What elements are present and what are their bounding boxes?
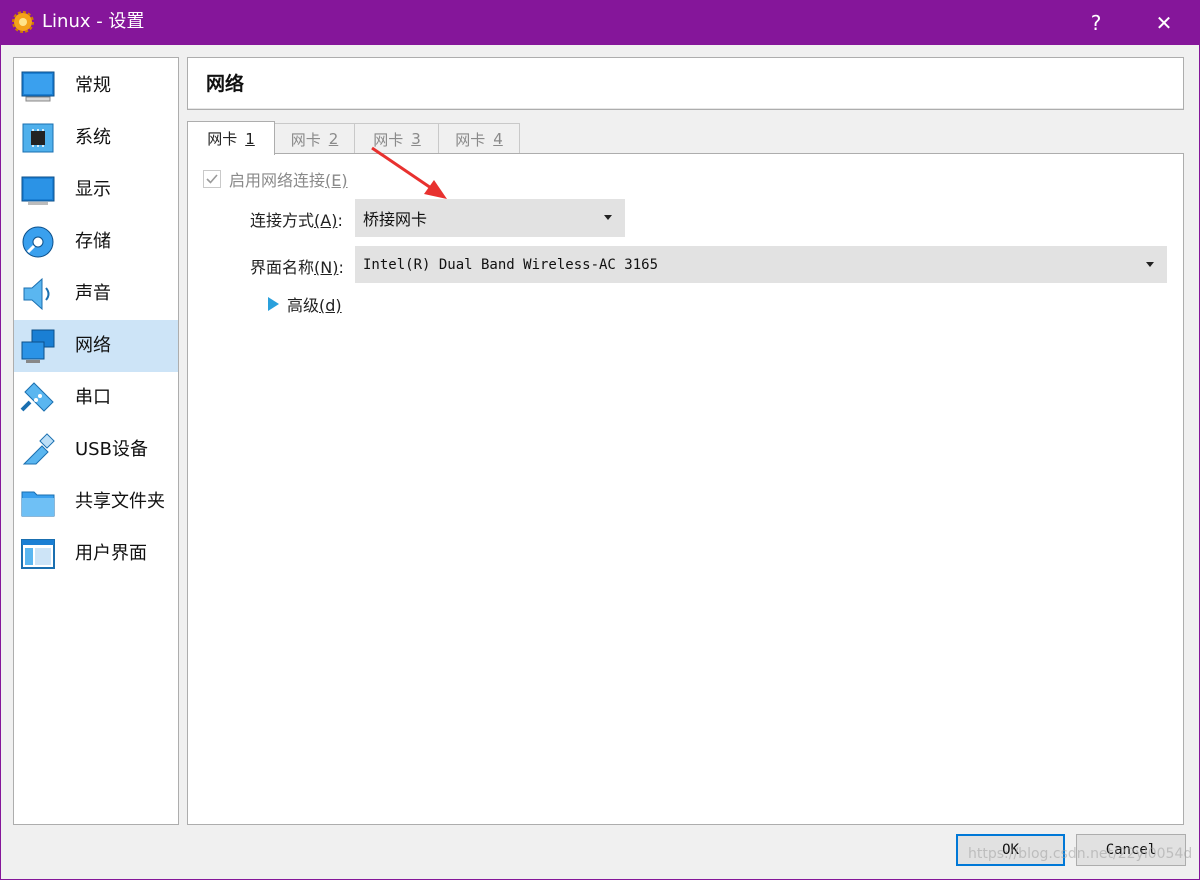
sidebar-item-storage[interactable]: 存储 [14,216,178,268]
sidebar-item-label: USB设备 [75,439,148,460]
sidebar-item-label: 共享文件夹 [75,491,165,512]
tab-label: 网卡 [207,130,238,148]
attached-to-suffix: : [337,211,343,230]
page-title: 网络 [206,73,245,95]
sidebar-item-usb[interactable]: USB设备 [14,424,178,476]
chevron-down-icon [604,215,612,220]
sidebar-item-display[interactable]: 显示 [14,164,178,216]
sidebar-item-system[interactable]: 系统 [14,112,178,164]
enable-network-label: 启用网络连接(E) [229,167,348,191]
folder-icon [21,491,55,517]
attached-to-accel: (A) [314,211,338,230]
sidebar-item-general[interactable]: 常规 [14,60,178,112]
disk-icon [22,226,54,258]
tab-adapter-2[interactable]: 网卡 2 [273,123,356,154]
ui-window-icon [21,539,55,569]
serial-port-icon [20,382,54,412]
interface-name-select[interactable]: Intel(R) Dual Band Wireless-AC 3165 [355,246,1167,283]
sidebar-item-label: 系统 [75,127,111,148]
tab-number: 2 [328,130,339,148]
enable-network-accel: (E) [325,171,348,190]
interface-name-accel: (N) [314,258,339,277]
enable-network-text: 启用网络连接 [229,171,326,190]
interface-name-label: 界面名称(N): [250,254,344,278]
attached-to-label: 连接方式(A): [250,207,343,231]
advanced-text: 高级 [287,296,320,315]
sidebar-item-label: 显示 [75,179,111,200]
annotation-arrow-icon [371,146,447,199]
sidebar-item-audio[interactable]: 声音 [14,268,178,320]
settings-sidebar: 常规 系统 显示 存储 声音 网络 串口 USB设备 共享文件夹 用户界面 [13,57,179,825]
chevron-down-icon [1146,261,1154,267]
interface-name-text: 界面名称 [250,258,315,277]
virtualbox-gear-icon [12,11,34,33]
tab-number: 4 [493,130,503,148]
usb-icon [22,433,55,465]
sidebar-item-label: 常规 [75,75,111,96]
interface-name-suffix: : [338,258,344,277]
sidebar-item-shared-folders[interactable]: 共享文件夹 [14,476,178,528]
watermark: https://blog.csdn.net/22yl0054d [968,846,1193,862]
chip-icon [22,123,54,153]
interface-name-value: Intel(R) Dual Band Wireless-AC 3165 [363,256,659,273]
attached-to-text: 连接方式 [250,211,315,230]
sidebar-item-user-interface[interactable]: 用户界面 [14,528,178,580]
title-bar: Linux - 设置 ? ✕ [0,0,1200,45]
expand-triangle-icon [268,297,279,311]
sidebar-item-network[interactable]: 网络 [14,320,178,372]
window-title: Linux - 设置 [42,11,145,32]
sidebar-item-label: 网络 [75,335,111,356]
speaker-icon [23,277,50,311]
tab-adapter-1[interactable]: 网卡 1 [187,121,275,155]
tab-number: 1 [245,129,255,148]
tab-label: 网卡 [290,130,321,149]
sidebar-item-label: 用户界面 [75,543,147,564]
page-header: 网络 [187,57,1184,110]
sidebar-item-serial[interactable]: 串口 [14,372,178,424]
advanced-expander[interactable]: 高级(d) [268,293,342,315]
monitor-icon [21,71,55,102]
enable-network-checkbox-row[interactable]: 启用网络连接(E) [203,168,348,190]
advanced-accel: (d) [319,296,342,315]
advanced-label: 高级(d) [287,292,342,316]
help-button[interactable]: ? [1068,0,1124,45]
close-button[interactable]: ✕ [1136,0,1192,45]
sidebar-item-label: 存储 [75,231,111,252]
display-icon [21,176,55,205]
checkmark-icon [206,174,218,184]
sidebar-item-label: 串口 [75,387,111,408]
enable-network-checkbox[interactable] [203,170,221,188]
network-icon [21,329,55,363]
sidebar-item-label: 声音 [75,283,111,304]
